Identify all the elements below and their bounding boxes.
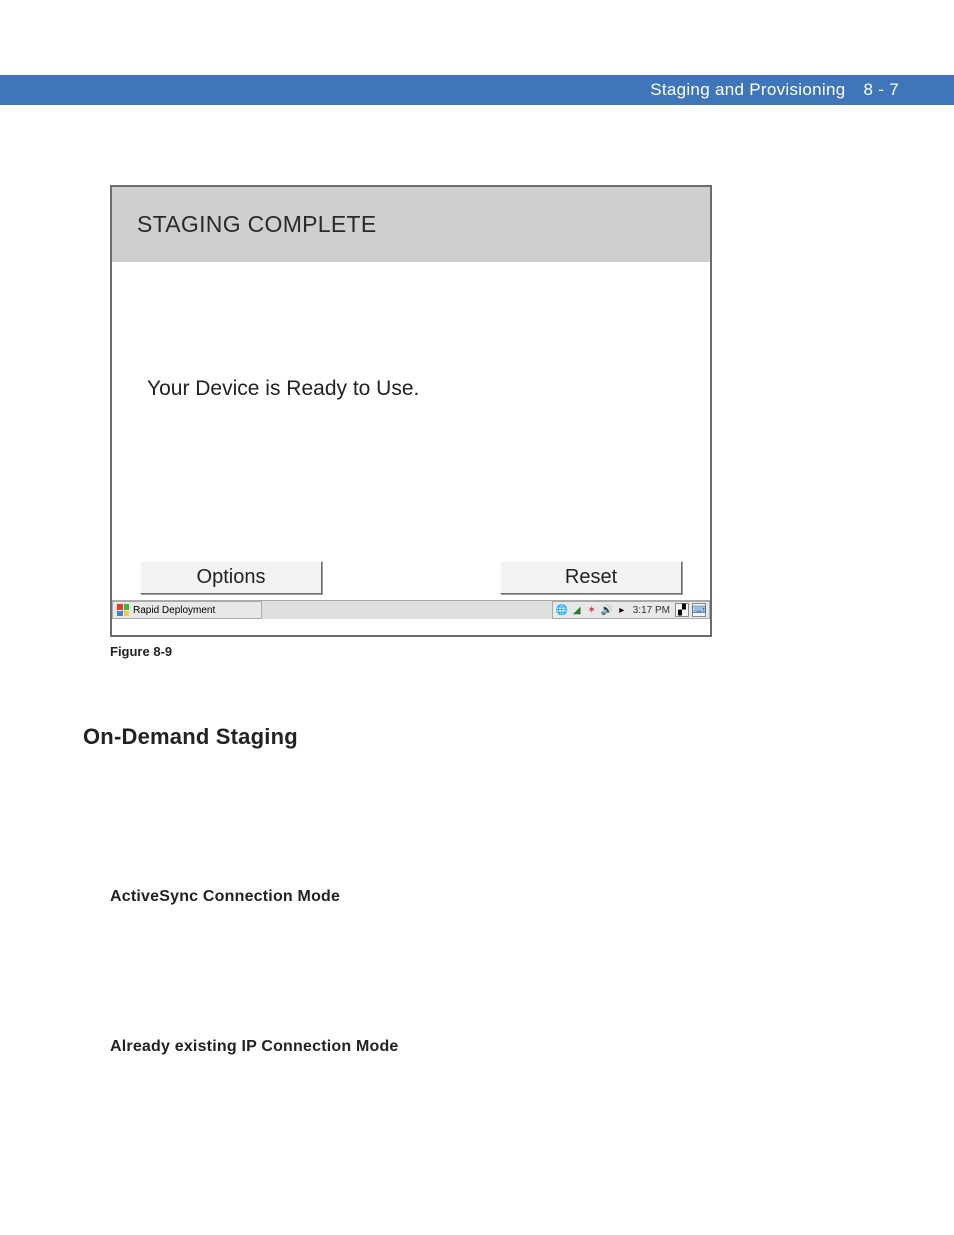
options-button-label: Options	[197, 566, 266, 588]
sip-icon[interactable]: ⌨	[692, 603, 706, 617]
window-content: Your Device is Ready to Use.	[112, 262, 710, 555]
options-button[interactable]: Options	[140, 561, 322, 594]
taskbar-app-button[interactable]: Rapid Deployment	[112, 601, 262, 619]
header-title: Staging and Provisioning	[650, 80, 845, 100]
reset-button[interactable]: Reset	[500, 561, 682, 594]
clock: 3:17 PM	[631, 605, 672, 616]
network-icon[interactable]: ✶	[586, 604, 598, 616]
signal-icon[interactable]: ◢	[571, 604, 583, 616]
figure-caption: Figure 8-9	[110, 644, 172, 659]
desktop-icon[interactable]: ▞	[675, 603, 689, 617]
arrow-right-icon[interactable]: ▸	[616, 604, 628, 616]
status-message: Your Device is Ready to Use.	[147, 377, 419, 400]
header-page: 8 - 7	[863, 80, 899, 100]
device-screenshot: STAGING COMPLETE Your Device is Ready to…	[110, 185, 712, 637]
softkey-row: Options Reset	[112, 555, 710, 600]
heading-existing-ip-mode: Already existing IP Connection Mode	[110, 1038, 399, 1056]
taskbar-app-label: Rapid Deployment	[133, 605, 215, 616]
window-titlebar: STAGING COMPLETE	[112, 187, 710, 262]
window-title: STAGING COMPLETE	[137, 211, 377, 238]
page-header: Staging and Provisioning 8 - 7	[0, 75, 954, 105]
volume-icon[interactable]: 🔊	[601, 604, 613, 616]
heading-activesync-mode: ActiveSync Connection Mode	[110, 888, 340, 906]
reset-button-label: Reset	[565, 566, 617, 588]
heading-on-demand-staging: On-Demand Staging	[83, 724, 298, 750]
globe-icon[interactable]: 🌐	[556, 604, 568, 616]
taskbar: Rapid Deployment 🌐 ◢ ✶ 🔊 ▸ 3:17 PM ▞ ⌨	[112, 600, 710, 619]
system-tray: 🌐 ◢ ✶ 🔊 ▸ 3:17 PM ▞ ⌨	[552, 601, 710, 619]
windows-logo-icon	[117, 604, 129, 616]
